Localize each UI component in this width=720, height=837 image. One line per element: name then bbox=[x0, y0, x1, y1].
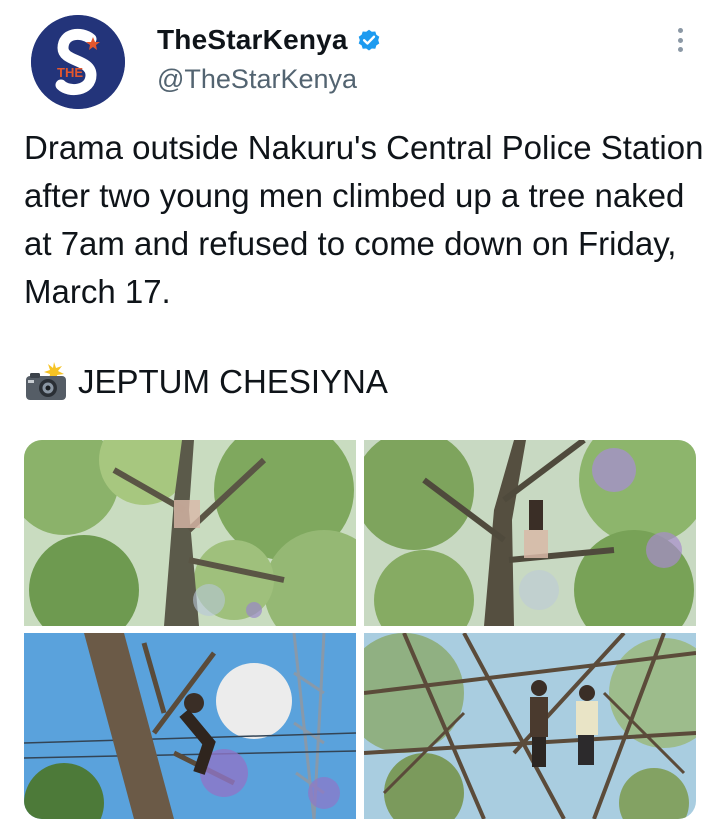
verified-badge-icon bbox=[358, 29, 379, 51]
camera-flash-icon bbox=[26, 362, 66, 400]
tweet-header: THE TheStarKenya @TheStarKenya bbox=[0, 0, 720, 120]
the-star-logo-icon: THE bbox=[31, 15, 125, 109]
svg-text:THE: THE bbox=[57, 65, 83, 80]
name-row: TheStarKenya bbox=[157, 24, 382, 56]
tree-photo-image bbox=[24, 440, 356, 626]
tree-photo-image bbox=[24, 633, 356, 819]
tree-photo-image bbox=[364, 633, 696, 819]
tree-photo-image bbox=[364, 440, 696, 626]
photo-credit-name: JEPTUM CHESIYNA bbox=[78, 363, 388, 400]
photo-2[interactable] bbox=[364, 440, 696, 626]
more-options-icon[interactable] bbox=[666, 24, 694, 56]
user-handle[interactable]: @TheStarKenya bbox=[157, 64, 357, 95]
dot bbox=[677, 28, 683, 33]
display-name[interactable]: TheStarKenya bbox=[157, 24, 348, 56]
tweet-text: Drama outside Nakuru's Central Police St… bbox=[24, 129, 704, 310]
dot bbox=[677, 47, 683, 52]
dot bbox=[677, 37, 683, 43]
photo-4[interactable] bbox=[364, 633, 696, 819]
avatar[interactable]: THE bbox=[31, 15, 125, 109]
photo-credit: JEPTUM CHESIYNA bbox=[24, 360, 388, 404]
photo-3[interactable] bbox=[24, 633, 356, 819]
media-grid bbox=[24, 440, 696, 819]
photo-1[interactable] bbox=[24, 440, 356, 626]
